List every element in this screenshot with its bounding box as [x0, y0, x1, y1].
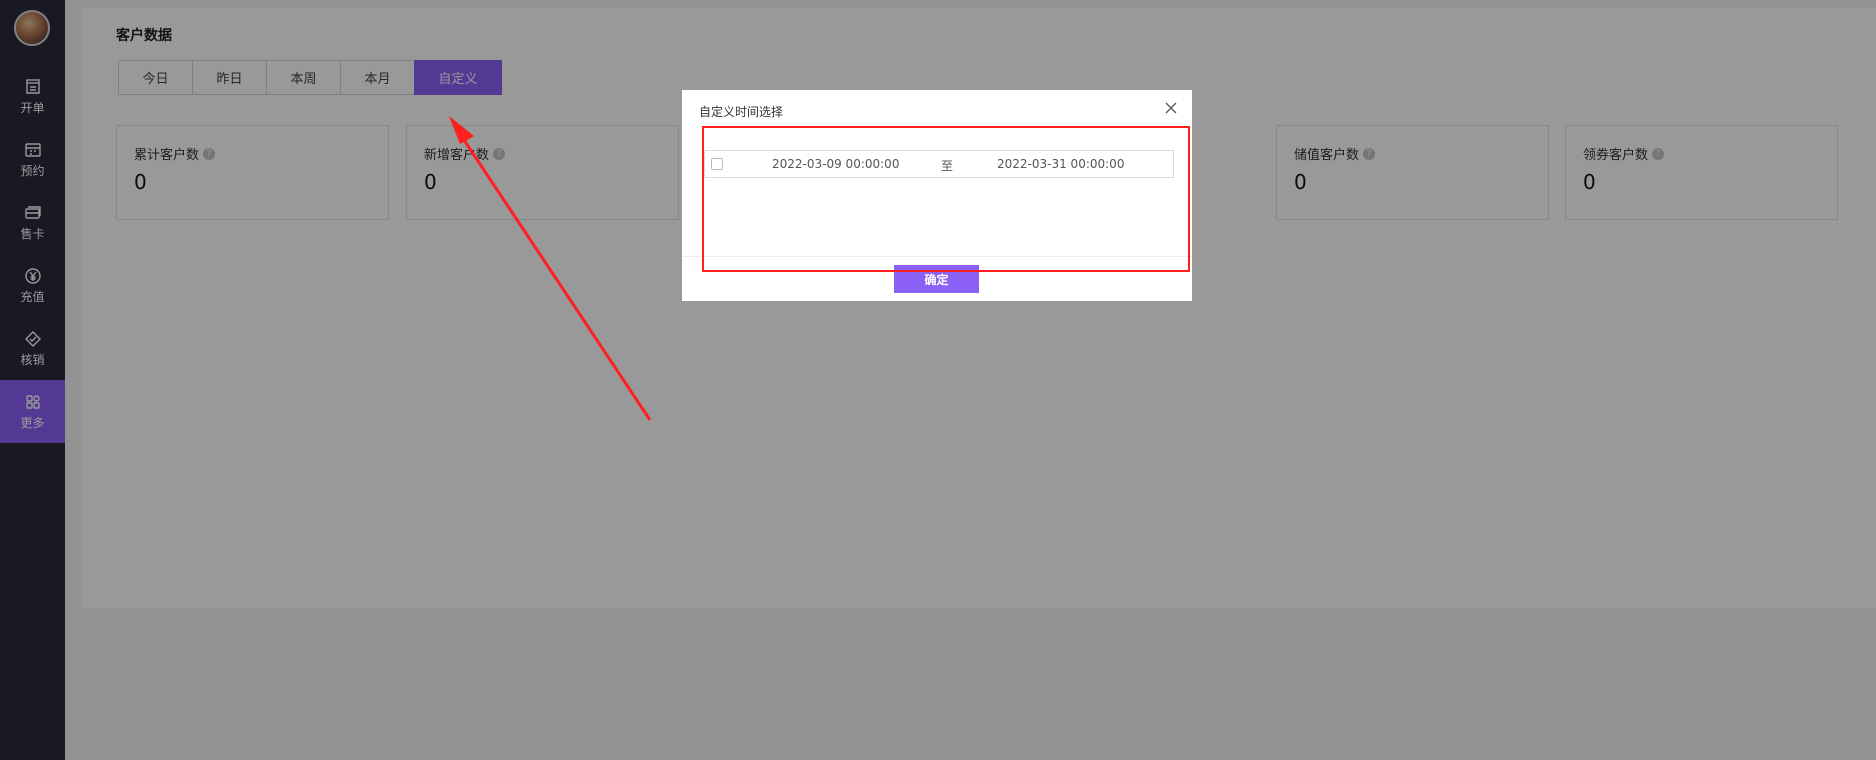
annotation-arrow: [449, 116, 652, 421]
